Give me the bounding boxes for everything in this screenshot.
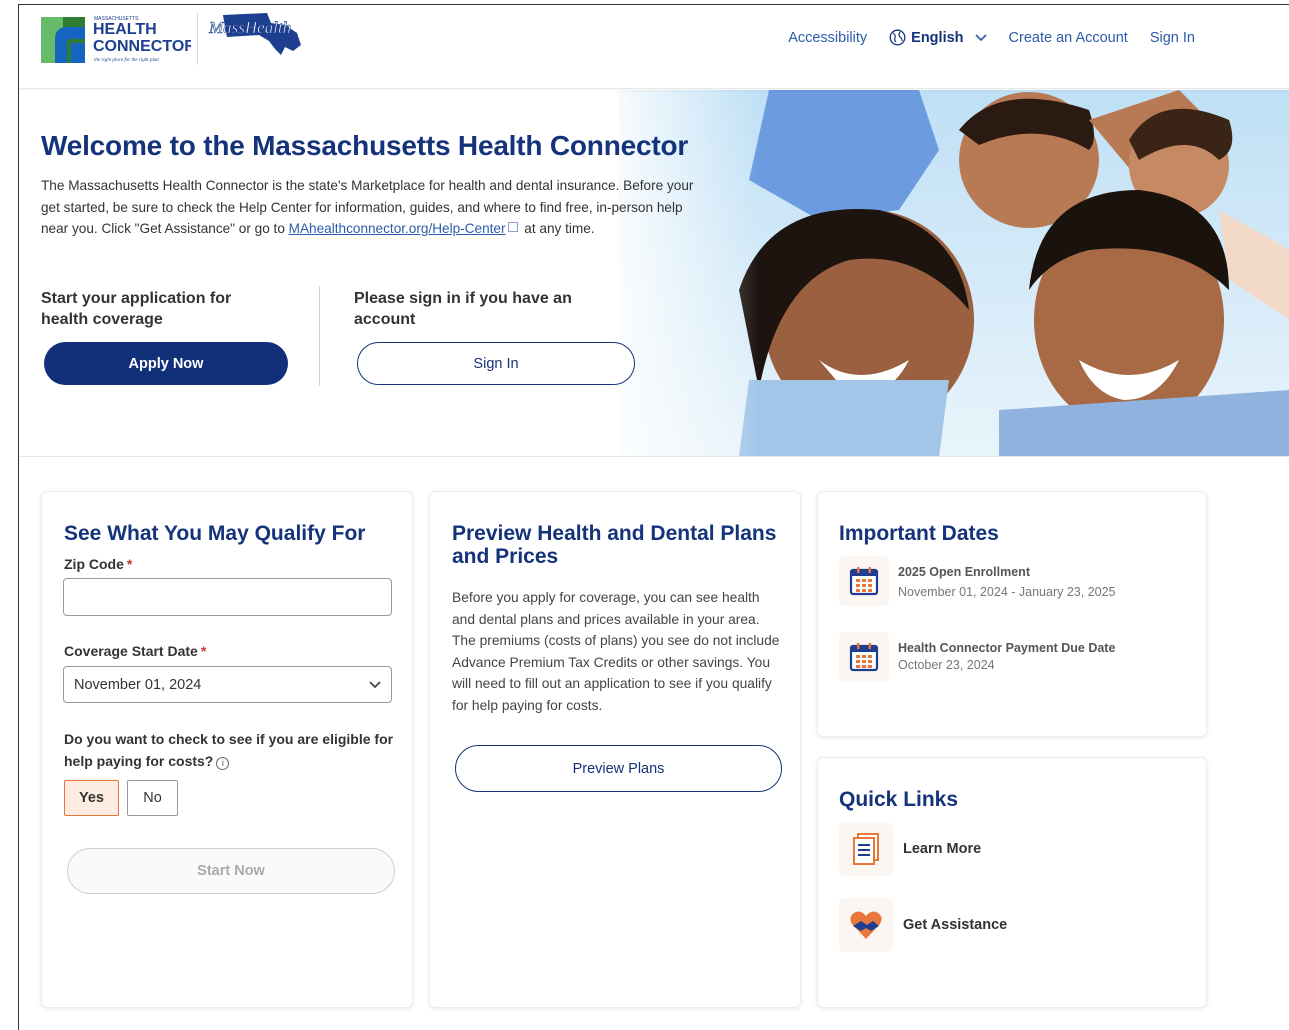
language-label: English (911, 29, 964, 46)
start-application-heading: Start your application for health covera… (41, 290, 232, 328)
hero-column-divider (319, 286, 320, 386)
accessibility-link[interactable]: Accessibility (788, 30, 867, 46)
language-selector[interactable]: English (889, 29, 987, 46)
info-icon[interactable]: i (216, 757, 230, 770)
important-dates-card: Important Dates 2025 Open Enrollment Nov… (817, 491, 1207, 737)
header-sign-in-link[interactable]: Sign In (1150, 30, 1195, 46)
hero-description-end: at any time. (520, 221, 595, 236)
zip-code-input[interactable] (63, 578, 392, 616)
apply-now-button[interactable]: Apply Now (44, 342, 288, 385)
date-item-title: Health Connector Payment Due Date (898, 641, 1116, 655)
start-now-button[interactable]: Start Now (67, 848, 395, 894)
preview-card-description: Before you apply for coverage, you can s… (452, 590, 780, 713)
quick-links-card: Quick Links Learn More Get Assistance (817, 757, 1207, 1008)
hero-description: The Massachusetts Health Connector is th… (41, 175, 711, 240)
svg-text:CONNECTOR: CONNECTOR (93, 38, 191, 55)
quick-link-learn-more[interactable]: Learn More (839, 822, 981, 876)
svg-text:MassHealth: MassHealth (208, 18, 291, 37)
external-link-icon (507, 222, 518, 232)
date-item-date: November 01, 2024 - January 23, 2025 (898, 585, 1116, 599)
date-item-date: October 23, 2024 (898, 658, 995, 672)
calendar-icon (839, 632, 889, 682)
no-toggle-button[interactable]: No (127, 780, 178, 816)
qualify-card: See What You May Qualify For Zip Code * C… (41, 491, 413, 1008)
hero-sign-in-button[interactable]: Sign In (357, 342, 635, 385)
preview-plans-card: Preview Health and Dental Plans and Pric… (429, 491, 801, 1008)
quick-link-label: Learn More (903, 841, 982, 857)
date-item-title: 2025 Open Enrollment (898, 565, 1030, 579)
important-dates-title: Important Dates (839, 522, 999, 545)
coverage-start-select[interactable]: November 01, 2024 (63, 666, 392, 703)
preview-plans-button[interactable]: Preview Plans (455, 745, 782, 792)
hero-banner: Welcome to the Massachusetts Health Conn… (19, 90, 1289, 457)
masshealth-logo[interactable]: MassHealth (205, 11, 305, 61)
hero-title: Welcome to the Massachusetts Health Conn… (41, 130, 689, 161)
globe-icon (889, 29, 906, 46)
coverage-start-value: November 01, 2024 (74, 676, 202, 693)
qualify-card-title: See What You May Qualify For (64, 522, 366, 545)
date-item: Health Connector Payment Due Date Octobe… (839, 632, 1115, 682)
preview-card-title: Preview Health and Dental Plans and Pric… (452, 522, 777, 568)
svg-text:the right place for the right: the right place for the right plan (94, 58, 159, 63)
document-icon (839, 822, 893, 876)
quick-link-label: Get Assistance (903, 917, 1008, 933)
date-item: 2025 Open Enrollment November 01, 2024 -… (839, 556, 1116, 606)
chevron-down-icon (974, 33, 987, 42)
health-connector-logo[interactable]: MASSACHUSETTS HEALTH CONNECTOR the right… (41, 9, 196, 65)
calendar-icon (839, 556, 889, 606)
chevron-down-icon (369, 677, 381, 693)
site-header: MASSACHUSETTS HEALTH CONNECTOR the right… (19, 5, 1289, 89)
heart-hands-icon (839, 898, 893, 952)
page-frame: MASSACHUSETTS HEALTH CONNECTOR the right… (18, 4, 1289, 1030)
yes-toggle-button[interactable]: Yes (64, 780, 119, 816)
zip-code-label: Zip Code * (64, 556, 133, 572)
quick-link-get-assistance[interactable]: Get Assistance (839, 898, 1007, 952)
top-nav: Accessibility English Create an Account … (788, 29, 1195, 46)
eligibility-question: Do you want to check to see if you are e… (64, 731, 394, 770)
help-center-link[interactable]: MAhealthconnector.org/Help-Center (289, 221, 506, 236)
svg-text:HEALTH: HEALTH (93, 21, 157, 38)
coverage-start-label: Coverage Start Date * (64, 643, 207, 659)
create-account-link[interactable]: Create an Account (1009, 30, 1128, 46)
quick-links-title: Quick Links (839, 788, 959, 811)
logo-divider (197, 13, 198, 65)
sign-in-heading: Please sign in if you have an account (354, 290, 572, 328)
